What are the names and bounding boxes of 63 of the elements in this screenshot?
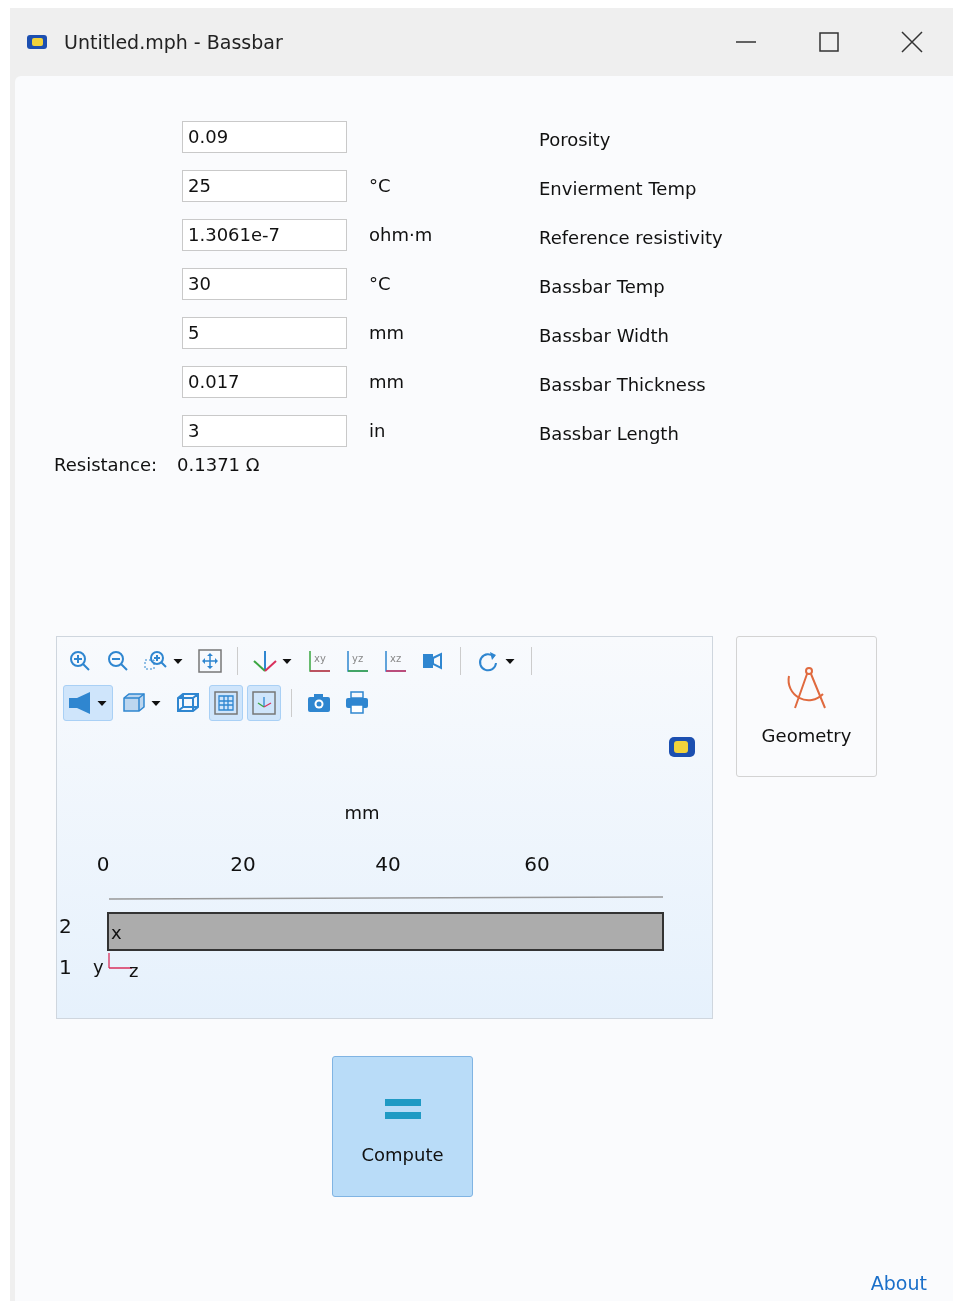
compute-button[interactable]: Compute <box>332 1056 473 1197</box>
axis-tick-label: 60 <box>524 852 550 876</box>
unit-label: °C <box>369 174 392 198</box>
camera-icon <box>307 691 331 715</box>
input-field[interactable]: 25 <box>182 169 347 202</box>
toolbar-button[interactable] <box>247 685 281 721</box>
axis-tick-label: 20 <box>230 852 256 876</box>
input-field[interactable]: 0.017 <box>182 365 347 398</box>
input-field[interactable]: 5 <box>182 316 347 349</box>
axis-tick-label: 40 <box>375 852 401 876</box>
toolbar-button[interactable] <box>63 685 113 721</box>
input-field[interactable]: 0.09 <box>182 120 347 153</box>
field-label: Bassbar Width <box>539 324 670 348</box>
window-title: Untitled.mph - Bassbar <box>64 29 283 55</box>
axis-label: z <box>129 960 139 981</box>
zoom-box-icon <box>144 649 168 673</box>
input-field[interactable]: 1.3061e-7 <box>182 218 347 251</box>
unit-label: ohm·m <box>369 223 434 247</box>
axis-tick-label: 1 <box>59 955 72 979</box>
logo-icon <box>669 737 695 757</box>
unit-label: mm <box>369 321 406 345</box>
equals-icon <box>384 1099 421 1119</box>
about-link[interactable]: About <box>870 1268 927 1297</box>
close-icon <box>900 31 923 53</box>
field-label: Envierment Temp <box>539 177 698 201</box>
input-field[interactable]: 30 <box>182 267 347 300</box>
unit-label: mm <box>344 802 380 823</box>
geometry-button[interactable]: Geometry <box>736 636 877 777</box>
field-label: Bassbar Thickness <box>539 373 707 397</box>
result-value: 0.1371 Ω <box>177 453 260 477</box>
axes-icon <box>253 649 277 673</box>
unit-label: in <box>369 419 387 443</box>
toolbar-button[interactable] <box>209 685 243 721</box>
minimize-icon <box>734 41 757 43</box>
toolbar-button[interactable]: xy <box>302 643 336 679</box>
axis-frame-icon <box>252 691 276 715</box>
zoom-extents-icon <box>198 649 222 673</box>
field-label: Porosity <box>539 128 612 152</box>
axis-label: y <box>93 956 104 977</box>
axis-tick-label: 2 <box>59 914 72 938</box>
wireframe-icon <box>176 691 200 715</box>
unit-label: °C <box>369 272 392 296</box>
unit-label: mm <box>369 370 406 394</box>
app-icon <box>26 34 48 50</box>
field-label: Reference resistivity <box>539 226 724 250</box>
toolbar-button[interactable]: yz <box>340 643 374 679</box>
triad-drawing <box>108 952 133 969</box>
compass-icon <box>787 667 826 709</box>
field-label: Bassbar Temp <box>539 275 666 299</box>
zoom-out-icon <box>106 649 130 673</box>
rotate-icon <box>476 649 500 673</box>
speaker-icon <box>68 691 92 715</box>
printer-icon <box>345 691 369 715</box>
axis-tick-label: 0 <box>96 852 110 876</box>
toolbar-button[interactable]: xz <box>378 643 412 679</box>
result-label: Resistance: <box>54 453 158 477</box>
zoom-in-icon <box>68 649 92 673</box>
grid-icon <box>214 691 238 715</box>
field-label: Bassbar Length <box>539 422 680 446</box>
cube-icon <box>122 691 146 715</box>
input-field[interactable]: 3 <box>182 414 347 447</box>
axis-label: x <box>111 922 122 943</box>
maximize-icon <box>817 31 840 53</box>
